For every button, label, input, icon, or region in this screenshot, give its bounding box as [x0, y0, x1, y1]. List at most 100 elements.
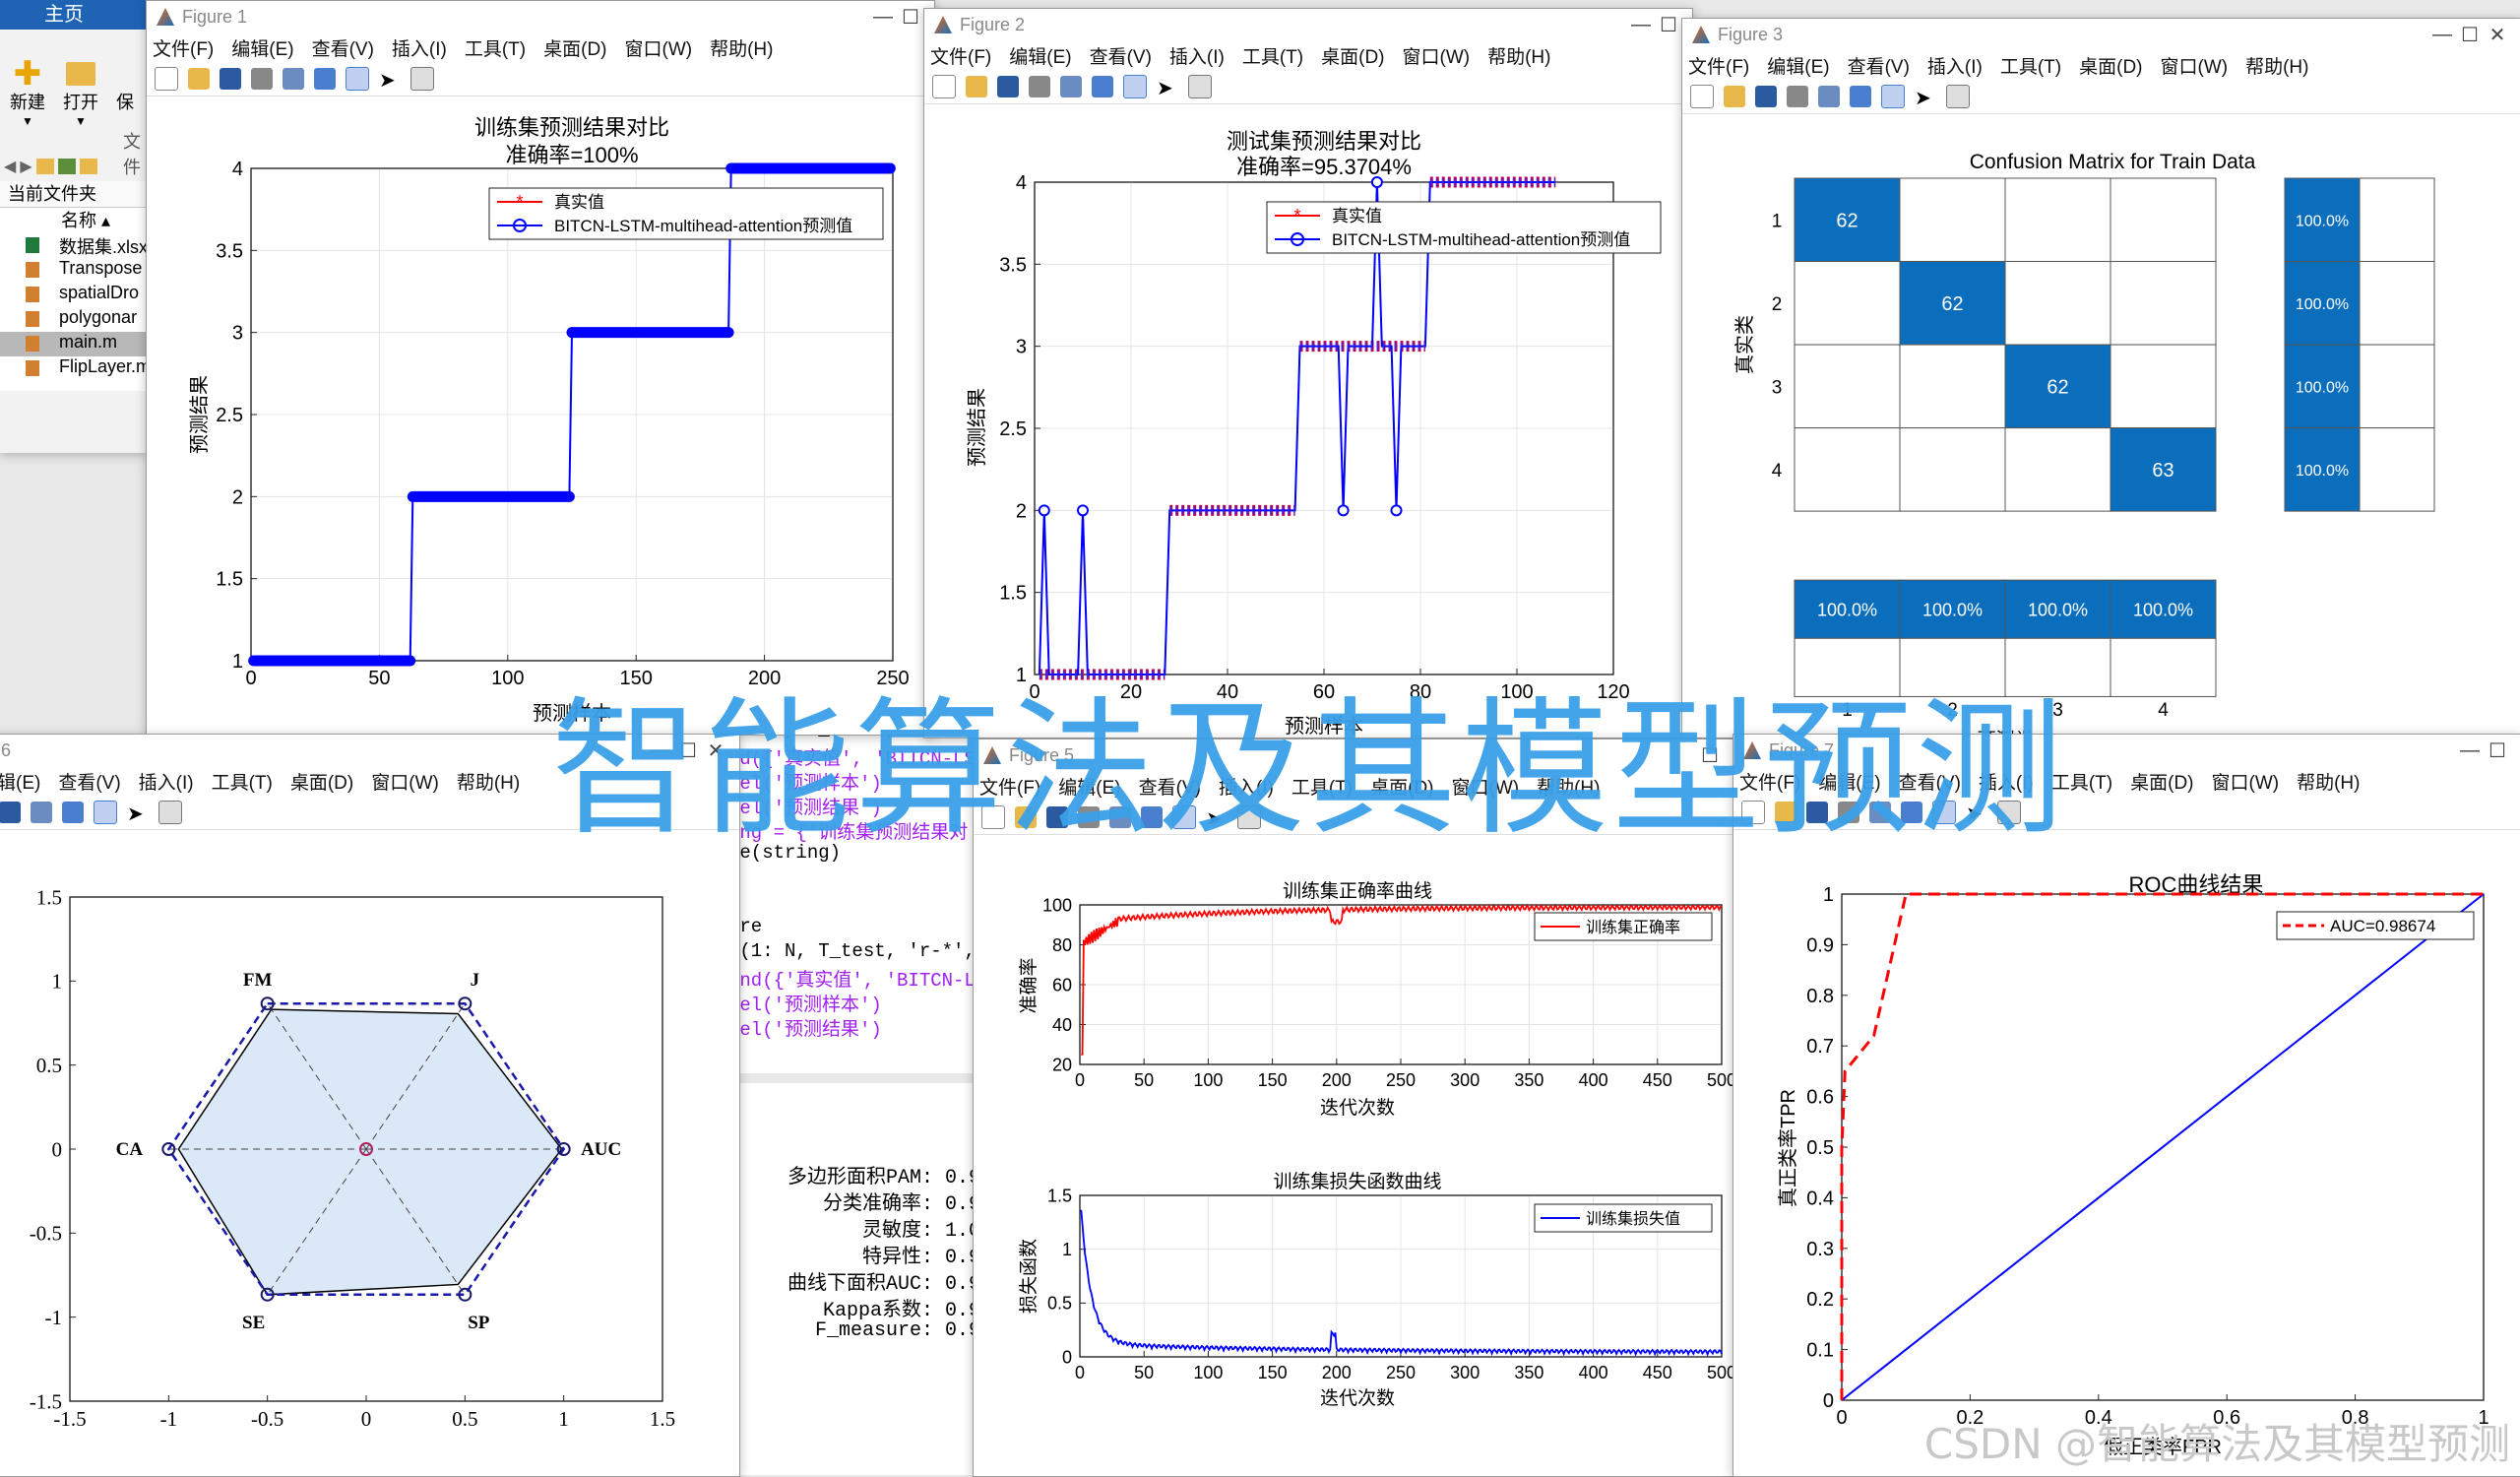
chart-title: 测试集预测结果对比 [1227, 129, 1421, 154]
file-section-label: 文件 [123, 132, 141, 177]
list-item-selected[interactable]: main.m [0, 332, 148, 356]
open-button[interactable]: 打开 ▼ [63, 59, 98, 128]
y-tick-label: 2 [232, 486, 243, 508]
name-column-header[interactable]: 名称 ▴ [0, 208, 148, 233]
col-summary-value: 100.0% [2133, 601, 2193, 620]
x-tick-label: 300 [1450, 1363, 1480, 1382]
list-item[interactable]: 数据集.xlsx [0, 233, 148, 258]
metric-line: 多边形面积PAM: 0.92 [787, 1167, 992, 1189]
pred-outlier-marker [1337, 504, 1350, 517]
radar-label: SP [468, 1313, 490, 1333]
x-tick-label: 100 [1193, 1363, 1223, 1382]
folder-path-icon[interactable] [79, 159, 97, 174]
y-tick-label: 0.5 [1047, 1294, 1072, 1314]
code-line[interactable]: end({'真实值', 'BITCN-LS [728, 965, 986, 992]
y-tick-label: 0 [1823, 1390, 1834, 1412]
list-item[interactable]: FlipLayer.m [0, 356, 148, 381]
matrix-cell [2004, 427, 2111, 512]
matrix-cell [1794, 261, 1901, 346]
legend-true-label: 真实值 [1332, 207, 1382, 225]
legend-true-marker: * [516, 192, 523, 212]
y-tick-label: 3.5 [999, 254, 1027, 276]
radar-label: AUC [581, 1139, 621, 1160]
m-file-icon [26, 336, 39, 352]
code-line[interactable]: bel('预测样本') [728, 990, 882, 1016]
metric-line: Kappa系数: 0.93 [822, 1300, 992, 1322]
excel-icon [26, 237, 39, 253]
y-tick-label: 0.4 [1806, 1188, 1834, 1209]
x-tick-label: 450 [1643, 1363, 1672, 1382]
loss-legend-label: 训练集损失值 [1586, 1210, 1680, 1228]
x-tick-label: 400 [1579, 1363, 1608, 1382]
acc-title: 训练集正确率曲线 [1283, 880, 1432, 902]
save-button[interactable]: 保 [116, 59, 134, 128]
m-file-icon [26, 287, 39, 302]
radar-label: SE [242, 1313, 265, 1333]
x-tick-label: 0 [1075, 1070, 1085, 1090]
new-button[interactable]: ✚ 新建 ▼ [10, 57, 45, 128]
x-tick-label: 50 [368, 668, 390, 689]
browse-icon[interactable] [57, 159, 76, 174]
x-tick-label: 500 [1707, 1070, 1733, 1090]
fig1-chart: 训练集预测结果对比准确率=100%0 50 100 150 200 25011.522.5… [188, 115, 910, 725]
row-summary-value: 100.0% [2296, 463, 2349, 480]
legend-pred-label: BITCN-LSTM-multihead-attention预测值 [1332, 230, 1630, 249]
matrix-cell [1794, 344, 1901, 429]
list-item[interactable]: polygonar [0, 307, 148, 332]
y-tick-label: 0.2 [1806, 1289, 1834, 1311]
csdn-watermark: CSDN @智能算法及其模型预测 [1923, 1420, 2510, 1468]
list-item[interactable]: Transpose [0, 258, 148, 283]
y-tick-label: 1 [52, 970, 63, 994]
loss-y-label: 损失函数 [1018, 1239, 1040, 1314]
x-tick-label: -0.5 [251, 1407, 284, 1431]
pred-outlier-marker [1390, 504, 1403, 517]
y-tick-label: 2.5 [999, 418, 1027, 440]
matrix-value: 63 [2152, 460, 2174, 482]
y-tick-label: 0.3 [1806, 1239, 1834, 1260]
back-icon[interactable]: ◀ [4, 157, 16, 176]
x-tick-label: 0 [1836, 1407, 1847, 1429]
y-tick-label: 1.5 [999, 583, 1027, 605]
y-tick-label: 80 [1052, 935, 1072, 955]
y-tick-label: 0.7 [1806, 1036, 1834, 1058]
up-folder-icon[interactable] [35, 159, 54, 174]
y-tick-label: 0.6 [1806, 1087, 1834, 1109]
home-tab[interactable]: 主页 [0, 0, 148, 30]
folder-icon [66, 62, 95, 86]
pred-outlier-marker [1038, 504, 1050, 517]
x-tick-label: 350 [1514, 1363, 1544, 1382]
y-tick-label: 3 [232, 323, 243, 345]
y-tick-label: -1.5 [30, 1389, 62, 1413]
chart-subtitle: 准确率=95.3704% [1236, 155, 1412, 179]
list-item[interactable]: spatialDro [0, 283, 148, 307]
pred-outlier-marker [1370, 176, 1383, 188]
x-tick-label: 250 [1386, 1363, 1416, 1382]
row-label: 3 [1772, 377, 1783, 398]
radar-label: J [471, 970, 480, 991]
col-summary-value: 100.0% [1922, 601, 1983, 620]
forward-icon[interactable]: ▶ [20, 157, 32, 176]
code-line[interactable]: bel('预测结果') [728, 1014, 882, 1041]
m-file-icon [26, 360, 39, 376]
y-tick-label: -0.5 [30, 1222, 62, 1246]
matrix-cell [2110, 261, 2217, 346]
radar-label: CA [116, 1139, 144, 1160]
row-label: 4 [1772, 461, 1783, 482]
loss-title: 训练集损失函数曲线 [1273, 1171, 1441, 1192]
code-line[interactable]: t(1: N, T_test, 'r-*', [728, 940, 976, 962]
x-tick-label: 250 [1386, 1070, 1416, 1090]
y-tick-label: 3 [1016, 337, 1027, 358]
x-tick-label: 0.5 [452, 1407, 477, 1431]
y-tick-label: 4 [1016, 172, 1027, 194]
x-tick-label: 350 [1514, 1070, 1544, 1090]
y-tick-label: 20 [1052, 1055, 1072, 1074]
y-tick-label: 4 [232, 159, 243, 180]
y-tick-label: 0 [52, 1137, 63, 1161]
y-tick-label: 100 [1042, 895, 1072, 915]
x-tick-label: 200 [1322, 1363, 1352, 1382]
x-tick-label: 50 [1134, 1363, 1154, 1382]
figure-1-window: Figure 1— ☐ 文件(F) 编辑(E) 查看(V) 插入(I) 工具(T) 桌面(D… [146, 0, 935, 736]
y-tick-label: 40 [1052, 1015, 1072, 1035]
y-tick-label: 0 [1062, 1347, 1072, 1367]
legend-true-marker: * [1293, 206, 1300, 225]
